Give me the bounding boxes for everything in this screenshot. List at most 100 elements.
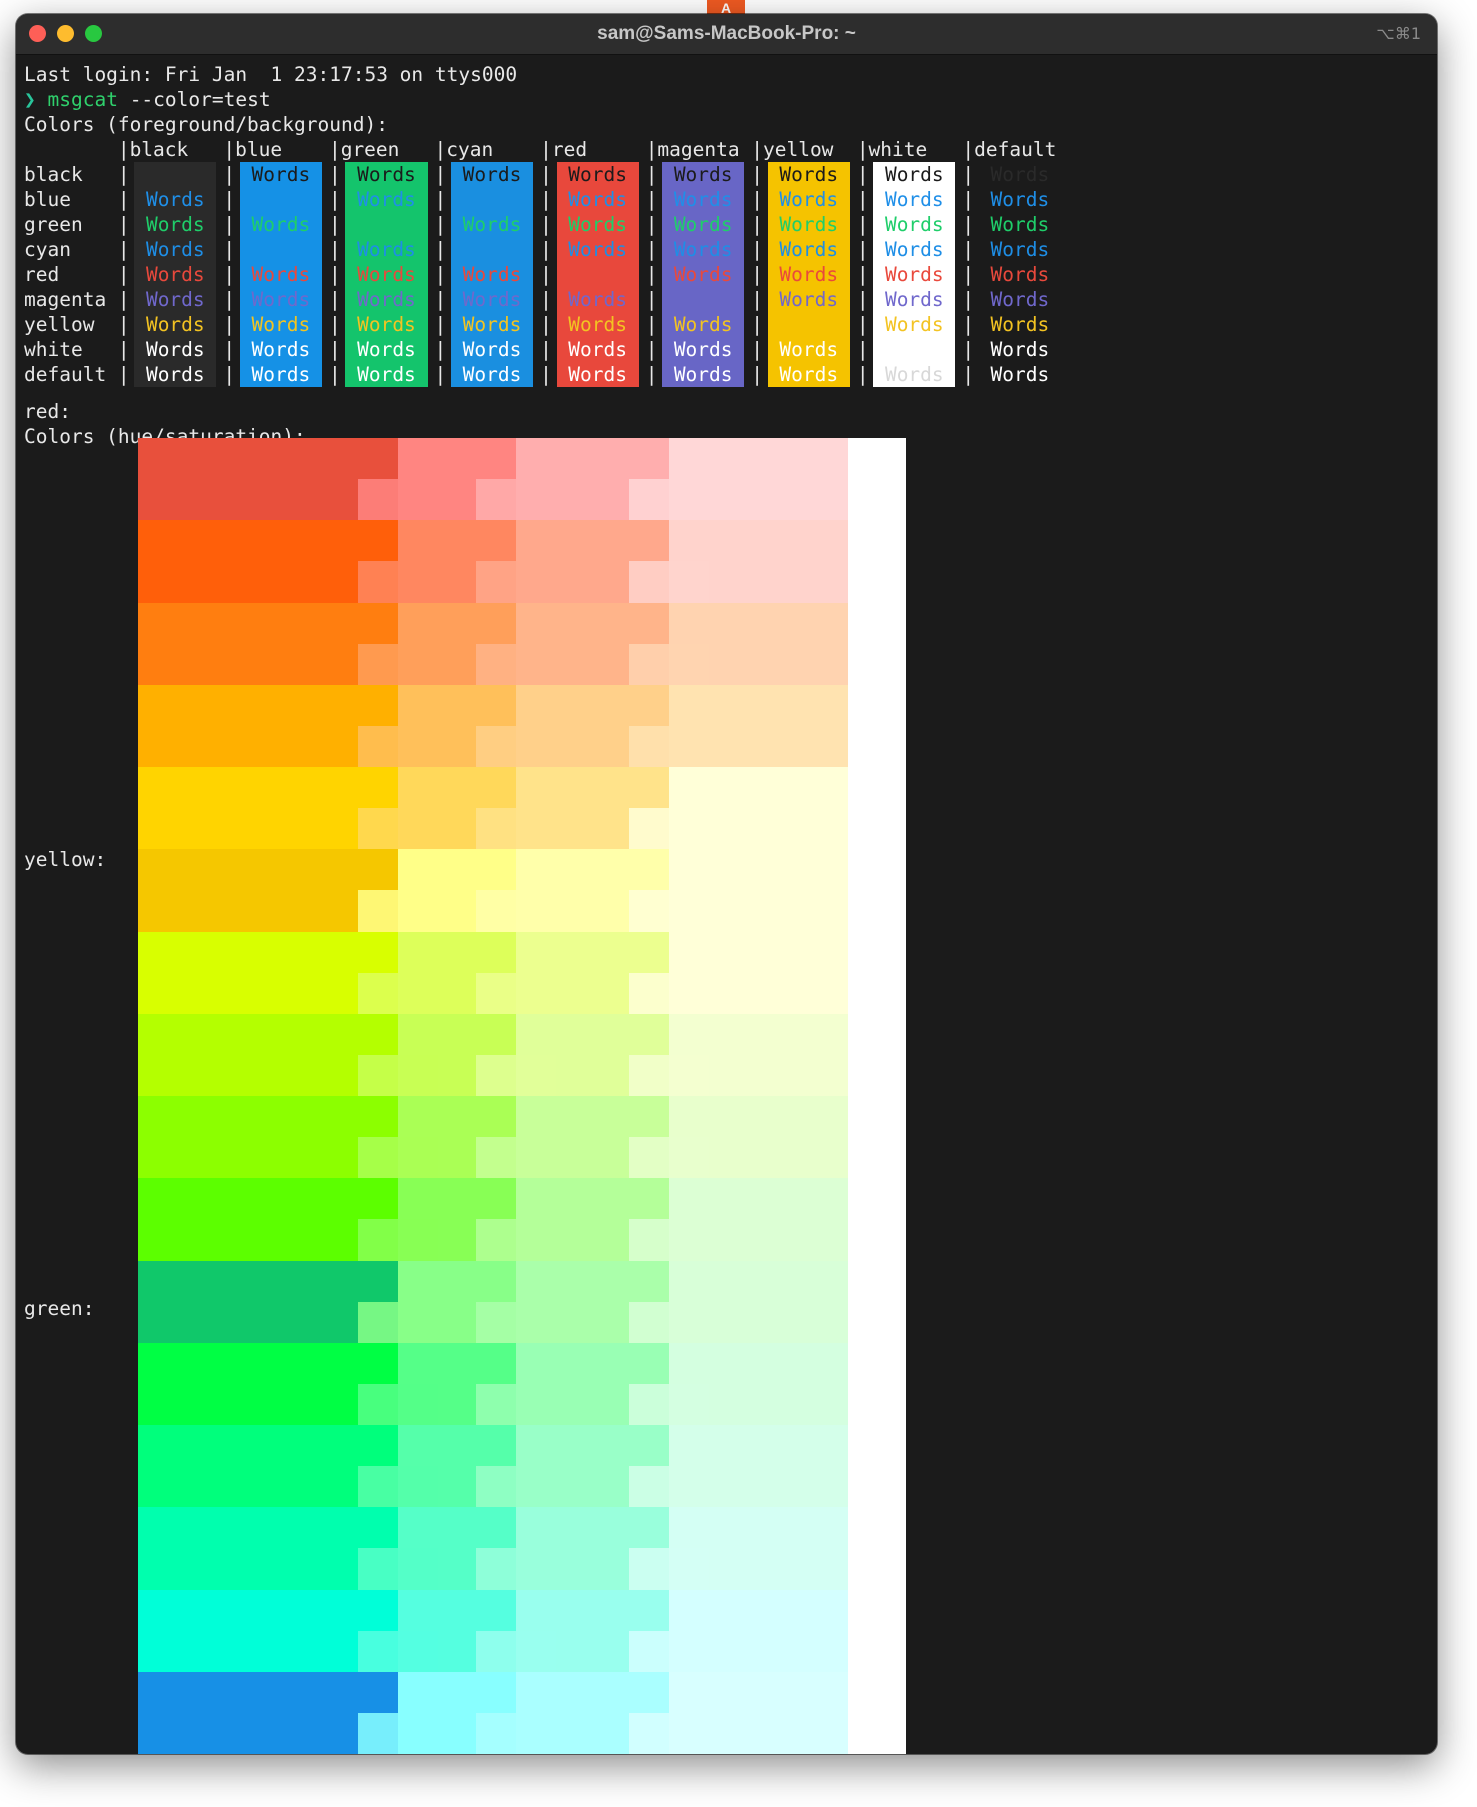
color-cell-default-on-black: Words [134,362,217,387]
column-header-default: default [974,138,1057,161]
color-cell-green-on-green [345,212,428,237]
cell-pipe: | [434,288,447,311]
row-label-white: white [24,338,83,361]
color-cell-red-on-magenta: Words [662,262,745,287]
hue-blend-chartreuse-1 [476,1137,556,1180]
cell-pipe: | [751,313,763,336]
color-cell-red-on-red [556,262,639,287]
cell-pipe: | [328,188,341,211]
header-pipe: | [117,138,130,161]
color-cell-blue-on-green: Words [345,187,428,212]
hue-saturation-grid [138,438,906,1754]
column-header-red: red [551,138,588,161]
color-cell-cyan-on-white: Words [873,237,956,262]
color-cell-yellow-on-yellow [767,312,850,337]
hue-blend-cyan-2 [629,1712,709,1754]
window-title: sam@Sams-MacBook-Pro: ~ [597,23,856,44]
cell-pipe: | [540,163,552,186]
color-cell-white-on-magenta: Words [662,337,745,362]
column-header-green: green [340,138,400,161]
color-cell-magenta-on-default: Words [990,288,1050,311]
cell-pipe: | [751,363,763,386]
cell-pipe: | [856,263,869,286]
cell-pipe: | [328,263,341,286]
hue-blend-lime-0 [358,1054,438,1097]
hue-blend-red-orange-2 [629,561,709,604]
color-cell-red-on-default: Words [990,263,1050,286]
header-pipe: | [540,138,552,161]
hue-blend-orange-2 [629,643,709,686]
color-cell-blue-on-cyan [450,187,534,212]
column-header-magenta: magenta [657,138,740,161]
hue-blend-chartreuse-0 [358,1137,438,1180]
color-cell-magenta-on-green: Words [345,287,428,312]
hue-blend-cyan-1 [476,1712,556,1754]
hue-blend-red-2 [629,479,709,522]
cell-pipe: | [328,238,341,261]
title-bar[interactable]: sam@Sams-MacBook-Pro: ~ ⌥⌘1 [16,14,1437,55]
color-cell-default-on-green: Words [345,362,428,387]
cell-pipe: | [223,263,236,286]
color-cell-blue-on-black: Words [134,187,217,212]
hue-blend-aquamarine-2 [629,1548,709,1591]
color-cell-blue-on-red: Words [556,187,639,212]
header-pipe: | [962,138,975,161]
color-cell-white-on-yellow: Words [767,337,850,362]
last-login-line: Last login: Fri Jan 1 23:17:53 on ttys00… [24,63,518,86]
cell-pipe: | [962,363,975,386]
cell-pipe: | [434,363,447,386]
cell-pipe: | [117,163,130,186]
color-cell-yellow-on-magenta: Words [662,312,745,337]
hue-blend-gold-0 [358,808,438,851]
color-cell-default-on-white: Words [873,362,956,387]
cell-pipe: | [751,163,763,186]
hue-blend-yellow-2 [629,890,709,933]
color-cell-default-on-magenta: Words [662,362,745,387]
cell-pipe: | [328,288,341,311]
hue-white-margin [848,438,906,1754]
color-cell-white-on-black: Words [134,337,217,362]
hue-blend-yellow-1 [476,890,556,933]
color-cell-yellow-on-cyan: Words [450,312,534,337]
color-cell-cyan-on-blue [239,237,322,262]
cell-pipe: | [751,288,763,311]
color-cell-blue-on-yellow: Words [767,187,850,212]
cell-pipe: | [645,213,658,236]
hue-blend-bright-green-0 [358,1219,438,1262]
column-header-blue: blue [235,138,283,161]
cell-pipe: | [645,263,658,286]
cell-pipe: | [434,338,447,361]
cell-pipe: | [540,213,552,236]
cell-pipe: | [328,313,341,336]
cell-pipe: | [117,363,130,386]
color-cell-blue-on-default: Words [990,188,1050,211]
cell-pipe: | [962,238,975,261]
color-cell-red-on-black: Words [134,262,217,287]
cell-pipe: | [117,313,130,336]
color-cell-white-on-red: Words [556,337,639,362]
command-line: ❯ msgcat --color=test [24,87,271,112]
cell-pipe: | [962,288,975,311]
color-cell-cyan-on-yellow: Words [767,237,850,262]
cell-pipe: | [751,263,763,286]
section-title-fg-bg: Colors (foreground/background): [24,113,388,136]
command-name: msgcat [47,88,118,111]
hue-blend-gold-2 [629,808,709,851]
cell-pipe: | [223,338,236,361]
column-header-yellow: yellow [762,138,834,161]
hue-blend-amber-0 [358,725,438,768]
cell-pipe: | [328,213,341,236]
cell-pipe: | [540,238,552,261]
color-cell-magenta-on-white: Words [873,287,956,312]
row-label-black: black [24,163,83,186]
header-pipe: | [645,138,658,161]
cell-pipe: | [751,213,763,236]
cell-pipe: | [117,338,130,361]
color-cell-default-on-red: Words [556,362,639,387]
cell-pipe: | [856,338,869,361]
cell-pipe: | [117,288,130,311]
hue-blend-chartreuse-2 [629,1137,709,1180]
color-cell-white-on-white [873,337,956,362]
hue-blend-yellow-0 [358,890,438,933]
hue-blend-gold-1 [476,808,556,851]
